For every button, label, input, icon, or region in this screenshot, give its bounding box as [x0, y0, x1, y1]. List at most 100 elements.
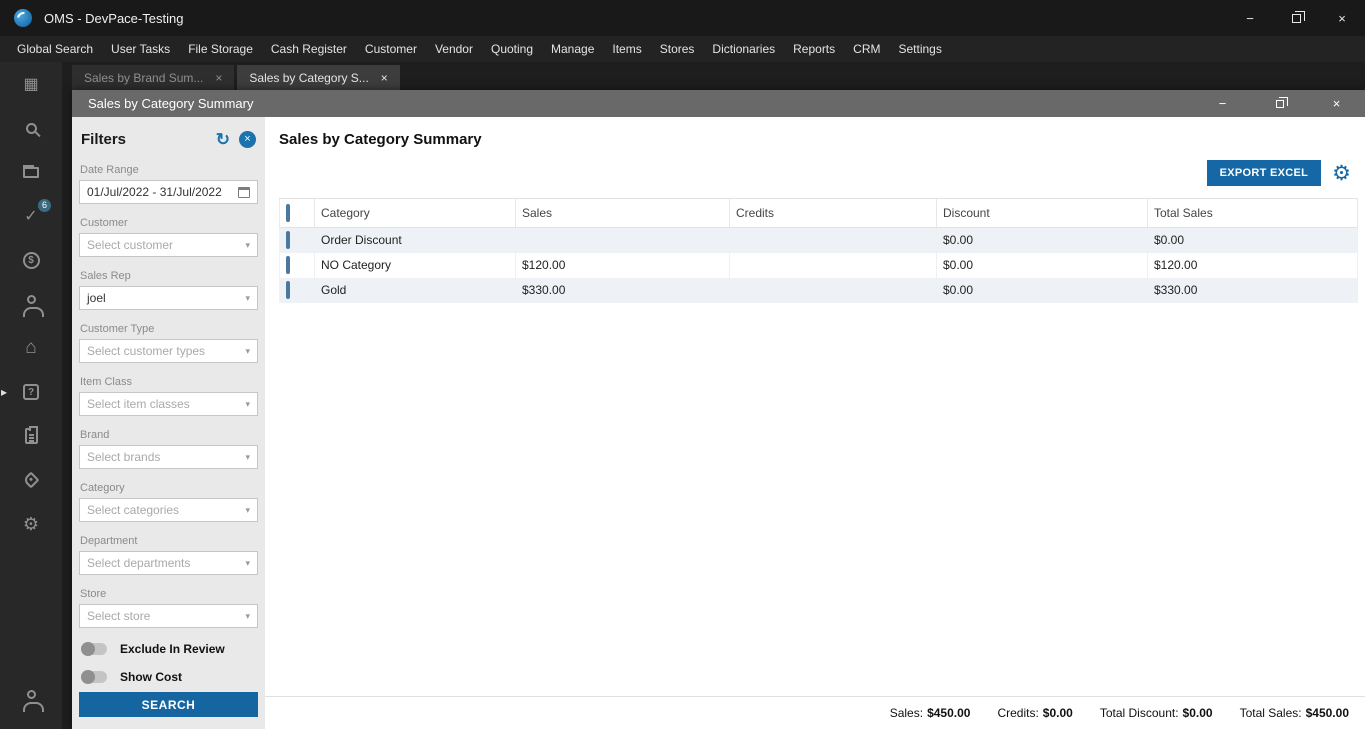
- filter-sales-rep: Sales Rep joel ▾: [79, 270, 258, 310]
- row-checkbox[interactable]: [286, 256, 290, 274]
- table-row[interactable]: Gold $330.00 $0.00 $330.00: [280, 278, 1358, 303]
- dropdown-arrow-icon: ▾: [241, 240, 250, 251]
- table-row[interactable]: NO Category $120.00 $0.00 $120.00: [280, 253, 1358, 278]
- tags-icon[interactable]: [0, 458, 62, 502]
- refresh-icon[interactable]: ↻: [216, 131, 230, 148]
- calendar-icon[interactable]: [238, 187, 250, 198]
- grid-header-row: Category Sales Credits Discount Total Sa…: [280, 199, 1358, 228]
- report-window-title: Sales by Category Summary: [88, 96, 253, 111]
- menu-vendor[interactable]: Vendor: [426, 36, 482, 62]
- dropdown-arrow-icon: ▾: [241, 558, 250, 569]
- menu-settings[interactable]: Settings: [889, 36, 950, 62]
- menu-reports[interactable]: Reports: [784, 36, 844, 62]
- app-sidebar: ▦ ✓ 6 $ ⌂ ? ⚙: [0, 62, 62, 729]
- column-header-credits[interactable]: Credits: [730, 199, 937, 228]
- user-icon[interactable]: [0, 677, 62, 721]
- toggle-exclude-in-review-row: Exclude In Review: [79, 642, 258, 656]
- menu-customer[interactable]: Customer: [356, 36, 426, 62]
- customer-select[interactable]: Select customer ▾: [79, 233, 258, 257]
- table-row[interactable]: Order Discount $0.00 $0.00: [280, 228, 1358, 253]
- customers-icon[interactable]: [0, 282, 62, 326]
- toggle-show-cost-row: Show Cost: [79, 670, 258, 684]
- column-header-total-sales[interactable]: Total Sales: [1148, 199, 1358, 228]
- row-checkbox[interactable]: [286, 281, 290, 299]
- tasks-badge: 6: [38, 199, 51, 212]
- filter-customer: Customer Select customer ▾: [79, 217, 258, 257]
- select-all-checkbox[interactable]: [286, 204, 290, 222]
- menu-manage[interactable]: Manage: [542, 36, 603, 62]
- app-logo-icon: [14, 9, 32, 27]
- customer-type-select[interactable]: Select customer types ▾: [79, 339, 258, 363]
- tab-sales-by-category[interactable]: Sales by Category S... ×: [237, 65, 399, 90]
- column-header-category[interactable]: Category: [315, 199, 516, 228]
- dropdown-arrow-icon: ▾: [241, 505, 250, 516]
- department-select[interactable]: Select departments ▾: [79, 551, 258, 575]
- window-title: OMS - DevPace-Testing: [44, 11, 183, 26]
- menu-quoting[interactable]: Quoting: [482, 36, 542, 62]
- row-checkbox[interactable]: [286, 231, 290, 249]
- menu-user-tasks[interactable]: User Tasks: [102, 36, 179, 62]
- exclude-in-review-toggle[interactable]: [81, 643, 107, 655]
- window-controls: − ×: [1227, 0, 1365, 36]
- minimize-button[interactable]: −: [1227, 0, 1273, 36]
- show-cost-toggle[interactable]: [81, 671, 107, 683]
- main-menubar: Global Search User Tasks File Storage Ca…: [0, 36, 1365, 62]
- total-credits-summary: Credits:$0.00: [997, 706, 1072, 720]
- page-title: Sales by Category Summary: [279, 131, 482, 148]
- item-class-select[interactable]: Select item classes ▾: [79, 392, 258, 416]
- folder-icon[interactable]: [0, 150, 62, 194]
- tasks-icon[interactable]: ✓ 6: [0, 194, 62, 238]
- filters-title: Filters: [81, 131, 126, 148]
- totals-statusbar: Sales:$450.00 Credits:$0.00 Total Discou…: [265, 696, 1365, 729]
- menu-dictionaries[interactable]: Dictionaries: [703, 36, 784, 62]
- orders-icon[interactable]: [0, 414, 62, 458]
- column-header-discount[interactable]: Discount: [937, 199, 1148, 228]
- report-window-titlebar: Sales by Category Summary − ×: [72, 90, 1365, 117]
- report-content: Sales by Category Summary EXPORT EXCEL ⚙…: [265, 117, 1365, 729]
- filter-department: Department Select departments ▾: [79, 535, 258, 575]
- menu-global-search[interactable]: Global Search: [8, 36, 102, 62]
- menu-items[interactable]: Items: [603, 36, 650, 62]
- menu-stores[interactable]: Stores: [651, 36, 704, 62]
- minimize-button[interactable]: −: [1194, 90, 1251, 117]
- filters-panel: Filters ↻ × Date Range 01/Jul/2022 - 31/…: [72, 117, 265, 729]
- menu-file-storage[interactable]: File Storage: [179, 36, 262, 62]
- store-icon[interactable]: ⌂: [0, 326, 62, 370]
- window-titlebar: OMS - DevPace-Testing − ×: [0, 0, 1365, 36]
- dashboard-icon[interactable]: ▦: [0, 62, 62, 106]
- grid-settings-gear-icon[interactable]: ⚙: [1332, 163, 1351, 184]
- store-select[interactable]: Select store ▾: [79, 604, 258, 628]
- category-select[interactable]: Select categories ▾: [79, 498, 258, 522]
- items-icon[interactable]: ?: [0, 370, 62, 414]
- search-button[interactable]: SEARCH: [79, 692, 258, 717]
- restore-button[interactable]: [1251, 90, 1308, 117]
- restore-icon: [1292, 14, 1301, 23]
- restore-button[interactable]: [1273, 0, 1319, 36]
- report-grid: Category Sales Credits Discount Total Sa…: [279, 198, 1358, 303]
- filter-customer-type: Customer Type Select customer types ▾: [79, 323, 258, 363]
- menu-cash-register[interactable]: Cash Register: [262, 36, 356, 62]
- payments-icon[interactable]: $: [0, 238, 62, 282]
- tab-close-icon[interactable]: ×: [215, 71, 222, 85]
- report-window: Sales by Category Summary − × Filters ↻ …: [72, 90, 1365, 729]
- close-button[interactable]: ×: [1319, 0, 1365, 36]
- clear-filters-icon[interactable]: ×: [239, 131, 256, 148]
- dropdown-arrow-icon: ▾: [241, 293, 250, 304]
- search-icon[interactable]: [0, 106, 62, 150]
- menu-crm[interactable]: CRM: [844, 36, 889, 62]
- restore-icon: [1276, 100, 1284, 108]
- filter-item-class: Item Class Select item classes ▾: [79, 376, 258, 416]
- tab-close-icon[interactable]: ×: [381, 71, 388, 85]
- close-button[interactable]: ×: [1308, 90, 1365, 117]
- brand-select[interactable]: Select brands ▾: [79, 445, 258, 469]
- filter-brand: Brand Select brands ▾: [79, 429, 258, 469]
- date-range-input[interactable]: 01/Jul/2022 - 31/Jul/2022: [79, 180, 258, 204]
- panel-expander-icon[interactable]: ▸: [1, 385, 7, 399]
- filter-category: Category Select categories ▾: [79, 482, 258, 522]
- column-header-sales[interactable]: Sales: [516, 199, 730, 228]
- tab-sales-by-brand[interactable]: Sales by Brand Sum... ×: [72, 65, 234, 90]
- report-toolbar: EXPORT EXCEL ⚙: [265, 149, 1365, 196]
- export-excel-button[interactable]: EXPORT EXCEL: [1207, 160, 1322, 186]
- settings-icon[interactable]: ⚙: [0, 502, 62, 546]
- sales-rep-select[interactable]: joel ▾: [79, 286, 258, 310]
